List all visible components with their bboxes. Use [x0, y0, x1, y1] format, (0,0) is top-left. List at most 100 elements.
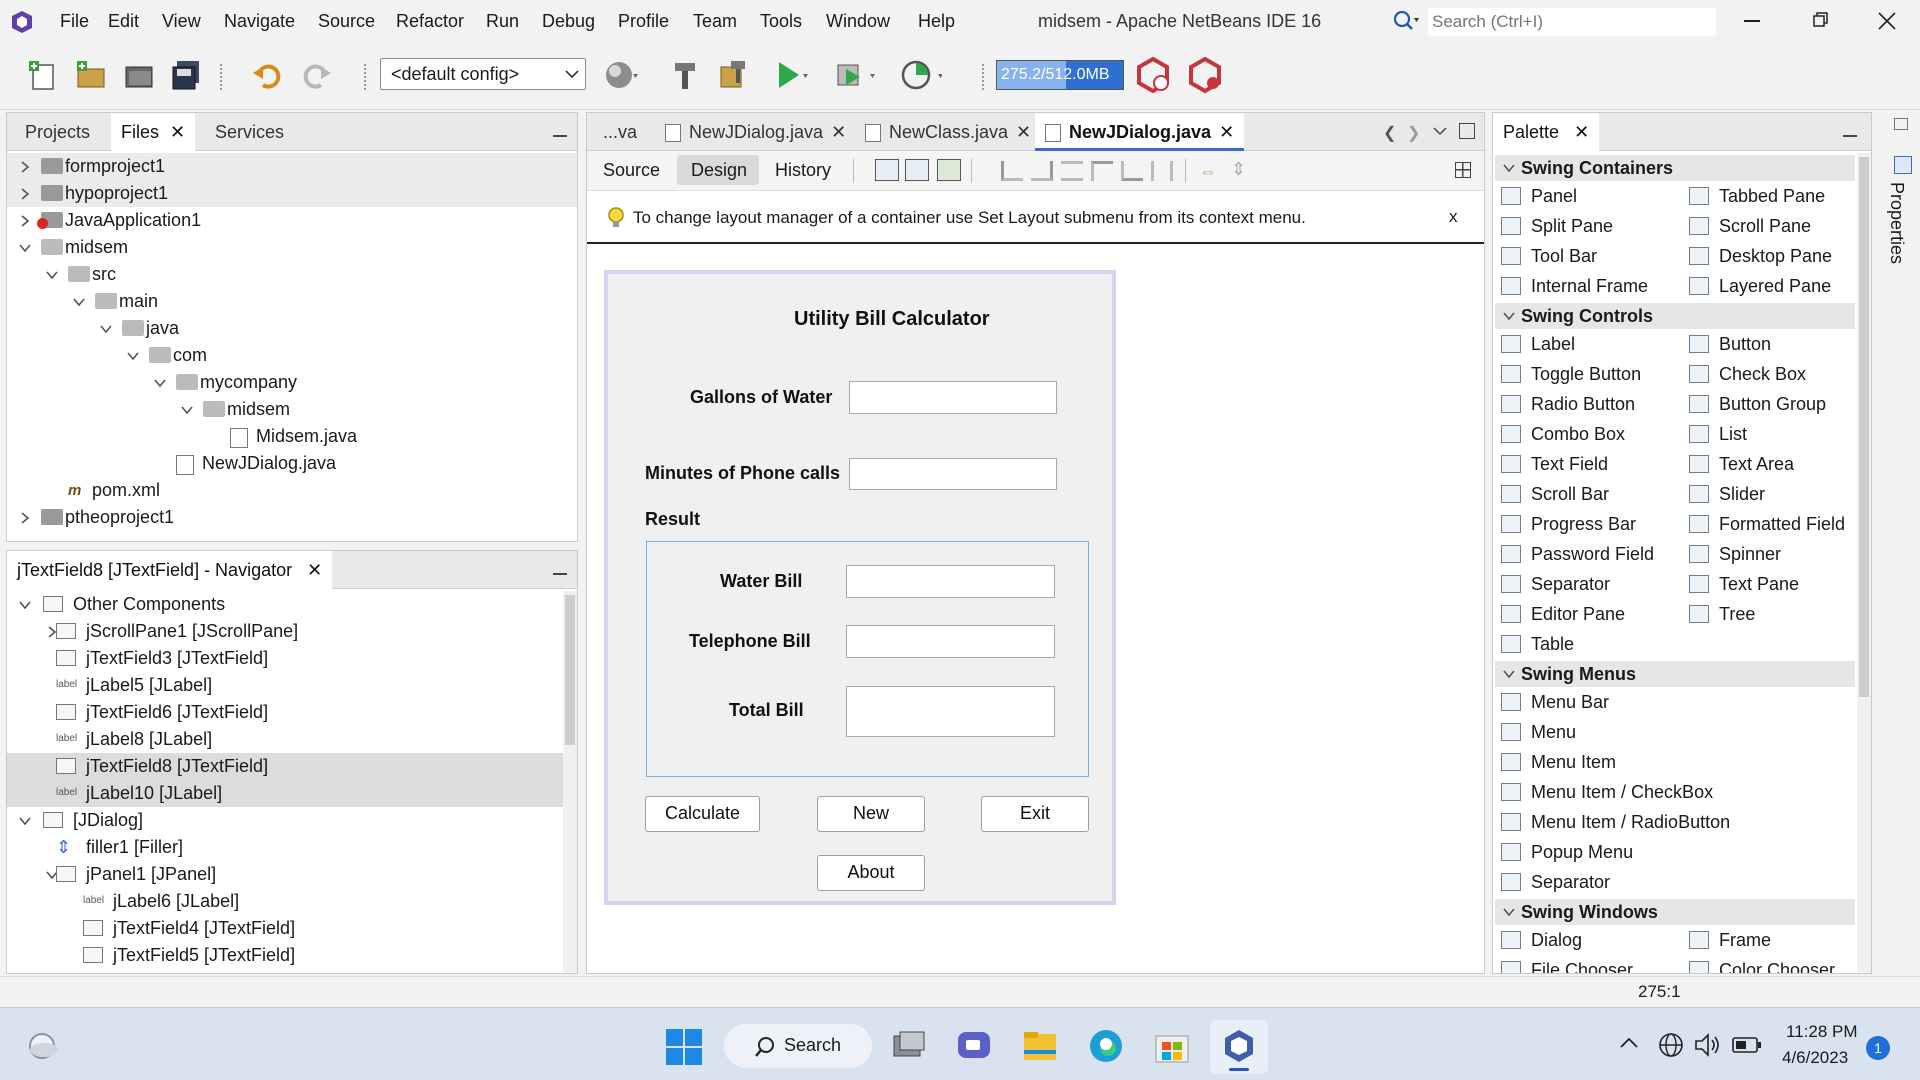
notification-badge[interactable]: 1: [1866, 1036, 1890, 1060]
clock-date[interactable]: 4/6/2023: [1782, 1048, 1848, 1068]
palette-item[interactable]: File Chooser: [1501, 955, 1633, 973]
close-icon[interactable]: ✕: [1574, 122, 1589, 142]
menu-source[interactable]: Source: [318, 11, 375, 32]
palette-item[interactable]: Frame: [1689, 925, 1771, 955]
config-select[interactable]: <default config>: [380, 58, 586, 90]
palette-item[interactable]: Password Field: [1501, 539, 1654, 569]
menu-profile[interactable]: Profile: [618, 11, 669, 32]
palette-item[interactable]: Button: [1689, 329, 1771, 359]
editor-tab-2[interactable]: NewClass.java ✕: [855, 113, 1041, 151]
battery-icon[interactable]: [1732, 1036, 1762, 1054]
build-icon[interactable]: [664, 54, 706, 96]
dialog-form[interactable]: Utility Bill Calculator Gallons of Water…: [604, 270, 1116, 905]
palette-item[interactable]: Scroll Bar: [1501, 479, 1609, 509]
new-file-icon[interactable]: [22, 54, 64, 96]
minimize-panel-icon[interactable]: [1843, 135, 1857, 137]
palette-item[interactable]: Table: [1501, 629, 1574, 659]
palette-item[interactable]: Text Field: [1501, 449, 1608, 479]
palette-item[interactable]: Combo Box: [1501, 419, 1625, 449]
about-button[interactable]: About: [817, 855, 925, 891]
align-right-icon[interactable]: [1031, 161, 1053, 181]
hint-close-button[interactable]: x: [1449, 207, 1458, 227]
chevron-down-icon[interactable]: [19, 815, 31, 827]
palette-item[interactable]: Panel: [1501, 181, 1577, 211]
navigator-item[interactable]: label jLabel8 [JLabel]: [7, 726, 563, 753]
center-vertical-icon[interactable]: [1151, 161, 1173, 181]
water-bill-field[interactable]: [846, 565, 1055, 598]
align-bottom-icon[interactable]: [1121, 161, 1143, 181]
menu-navigate[interactable]: Navigate: [224, 11, 295, 32]
palette-item[interactable]: Label: [1501, 329, 1575, 359]
menu-window[interactable]: Window: [826, 11, 890, 32]
file-tree-item[interactable]: JavaApplication1: [7, 207, 577, 234]
palette-item[interactable]: Color Chooser: [1689, 955, 1835, 973]
palette-item[interactable]: Formatted Field: [1689, 509, 1845, 539]
scroll-tabs-right-icon[interactable]: ❯: [1407, 123, 1420, 143]
palette-item[interactable]: Editor Pane: [1501, 599, 1625, 629]
palette-item[interactable]: Button Group: [1689, 389, 1826, 419]
telephone-bill-field[interactable]: [846, 625, 1055, 658]
debug-icon[interactable]: [834, 54, 876, 96]
scrollbar-thumb[interactable]: [1859, 157, 1869, 697]
resize-horizontal-icon[interactable]: ⇔: [1199, 161, 1217, 182]
chevron-right-icon[interactable]: [19, 512, 31, 524]
grid-layout-icon[interactable]: [1455, 162, 1471, 178]
chevron-down-icon[interactable]: [73, 296, 85, 308]
file-tree-item[interactable]: mycompany: [7, 369, 577, 396]
chevron-right-icon[interactable]: [19, 161, 31, 173]
teams-chat-icon[interactable]: [956, 1030, 992, 1062]
navigator-item[interactable]: jTextField3 [JTextField]: [7, 645, 563, 672]
taskbar-search[interactable]: Search: [724, 1024, 872, 1068]
palette-scrollbar[interactable]: [1857, 153, 1871, 973]
chevron-right-icon[interactable]: [19, 215, 31, 227]
new-button[interactable]: New: [817, 796, 925, 832]
palette-item[interactable]: Internal Frame: [1501, 271, 1648, 301]
view-tab-source[interactable]: Source: [603, 160, 660, 181]
palette-item[interactable]: Radio Button: [1501, 389, 1635, 419]
menu-help[interactable]: Help: [918, 11, 955, 32]
palette-item[interactable]: Menu Item / CheckBox: [1501, 777, 1713, 807]
palette-category[interactable]: Swing Windows: [1495, 899, 1855, 925]
exit-button[interactable]: Exit: [981, 796, 1089, 832]
navigator-item[interactable]: jPanel1 [JPanel]: [7, 861, 563, 888]
navigator-item[interactable]: jScrollPane1 [JScrollPane]: [7, 618, 563, 645]
navigator-scrollbar[interactable]: [563, 591, 577, 973]
chevron-right-icon[interactable]: [19, 188, 31, 200]
file-tree-item[interactable]: midsem: [7, 396, 577, 423]
close-icon[interactable]: ✕: [1016, 122, 1031, 142]
menu-run[interactable]: Run: [486, 11, 519, 32]
palette-item[interactable]: Spinner: [1689, 539, 1781, 569]
palette-item[interactable]: Desktop Pane: [1689, 241, 1832, 271]
palette-item[interactable]: Menu Bar: [1501, 687, 1609, 717]
view-tab-design[interactable]: Design: [677, 155, 759, 185]
tab-palette[interactable]: Palette ✕: [1493, 113, 1600, 151]
file-tree-item[interactable]: Midsem.java: [7, 423, 577, 450]
chevron-down-icon[interactable]: [19, 599, 31, 611]
edge-browser-icon[interactable]: [1088, 1028, 1124, 1064]
calculate-button[interactable]: Calculate: [645, 796, 760, 832]
navigator-item[interactable]: label jLabel6 [JLabel]: [7, 888, 563, 915]
minimize-button[interactable]: [1744, 20, 1760, 22]
file-tree-item[interactable]: com: [7, 342, 577, 369]
chevron-down-icon[interactable]: [181, 404, 193, 416]
close-icon[interactable]: ✕: [307, 560, 322, 580]
profile-ide-icon[interactable]: [1184, 54, 1226, 96]
chevron-down-icon[interactable]: [19, 242, 31, 254]
close-icon[interactable]: ✕: [831, 122, 846, 142]
menu-file[interactable]: File: [60, 11, 89, 32]
minutes-field[interactable]: [849, 458, 1057, 490]
palette-category[interactable]: Swing Controls: [1495, 303, 1855, 329]
netbeans-taskbar-icon[interactable]: [1210, 1020, 1268, 1074]
task-view-icon[interactable]: [890, 1030, 926, 1062]
file-tree-item[interactable]: midsem: [7, 234, 577, 261]
clean-build-icon[interactable]: [712, 54, 754, 96]
minimize-panel-icon[interactable]: [553, 573, 567, 575]
maximize-editor-icon[interactable]: [1459, 123, 1475, 139]
palette-item[interactable]: Menu Item / RadioButton: [1501, 807, 1730, 837]
navigator-item[interactable]: Other Components: [7, 591, 563, 618]
chevron-down-icon[interactable]: [46, 269, 58, 281]
chevron-down-icon[interactable]: [100, 323, 112, 335]
file-tree-item[interactable]: formproject1: [7, 153, 577, 180]
palette-category[interactable]: Swing Containers: [1495, 155, 1855, 181]
file-tree-item[interactable]: main: [7, 288, 577, 315]
